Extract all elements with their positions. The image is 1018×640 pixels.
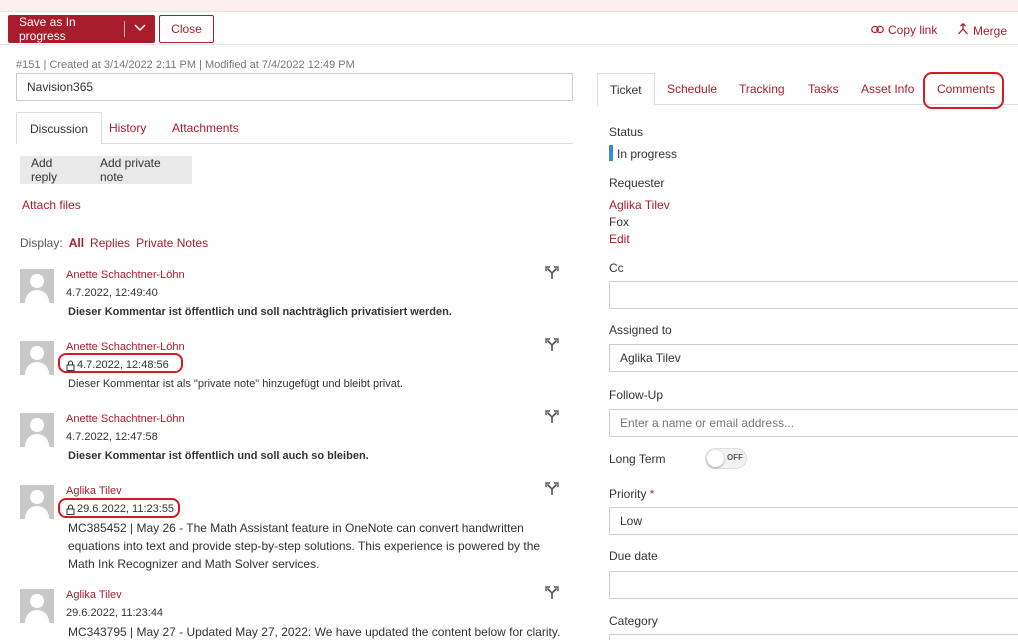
required-marker: * (649, 487, 655, 501)
comment-date-text: 29.6.2022, 11:23:44 (66, 607, 164, 619)
status-value[interactable]: In progress (617, 147, 677, 161)
attach-files-link[interactable]: Attach files (22, 198, 81, 212)
requester-company: Fox (609, 215, 630, 229)
comment-date: 29.6.2022, 11:23:44 (66, 607, 163, 619)
avatar (20, 485, 54, 519)
due-date-input[interactable] (609, 571, 1018, 599)
tab-comments[interactable]: Comments (937, 73, 995, 105)
long-term-toggle[interactable]: OFF (705, 448, 747, 469)
save-button-label[interactable]: Save as In progress (8, 15, 124, 43)
discussion-tabs: Discussion History Attachments (16, 112, 573, 145)
copy-link-label: Copy link (888, 23, 938, 37)
filter-all[interactable]: All (69, 236, 84, 250)
comment-date-text: 4.7.2022, 12:48:56 (77, 359, 169, 371)
assigned-to-input[interactable]: Aglika Tilev (609, 344, 1018, 372)
comment-item: Anette Schachtner-Löhn 4.7.2022, 12:47:5… (20, 410, 565, 469)
tab-schedule[interactable]: Schedule (667, 73, 717, 105)
comment-actions: Add reply Add private note (20, 156, 192, 184)
tab-asset-info[interactable]: Asset Info (861, 73, 914, 105)
comment-text: Dieser Kommentar ist als "private note" … (68, 378, 403, 390)
reply-icon[interactable] (545, 338, 559, 352)
comment-text: Dieser Kommentar ist öffentlich und soll… (68, 306, 452, 318)
save-split-button[interactable]: Save as In progress (8, 15, 155, 43)
priority-label-text: Priority (609, 487, 647, 501)
requester-edit-link[interactable]: Edit (609, 232, 630, 246)
comment-author[interactable]: Anette Schachtner-Löhn (66, 341, 185, 353)
category-input[interactable] (609, 634, 1018, 640)
priority-label: Priority * (609, 487, 654, 501)
due-date-label: Due date (609, 549, 658, 563)
comment-author[interactable]: Aglika Tilev (66, 485, 122, 497)
long-term-label: Long Term (609, 452, 666, 466)
tab-history[interactable]: History (96, 112, 159, 144)
comment-text: Dieser Kommentar ist öffentlich und soll… (68, 450, 369, 462)
top-banner (0, 0, 1018, 12)
ticket-tabs: Ticket Schedule Tracking Tasks Asset Inf… (597, 73, 1018, 106)
comment-date-text: 29.6.2022, 11:23:55 (77, 503, 175, 515)
reply-icon[interactable] (545, 482, 559, 496)
ticket-title-input[interactable]: Navision365 (16, 73, 573, 101)
requester-label: Requester (609, 176, 665, 190)
comment-date: 4.7.2022, 12:47:58 (66, 431, 158, 443)
comment-author[interactable]: Anette Schachtner-Löhn (66, 413, 185, 425)
merge-button[interactable]: Merge (957, 22, 1008, 38)
toggle-state: OFF (727, 453, 743, 462)
close-button[interactable]: Close (159, 15, 214, 43)
comment-item: Anette Schachtner-Löhn 4.7.2022, 12:49:4… (20, 266, 565, 325)
lock-icon (66, 360, 75, 371)
status-label: Status (609, 125, 644, 139)
status-color-bar (609, 145, 613, 161)
comment-author[interactable]: Aglika Tilev (66, 589, 122, 601)
follow-up-input[interactable]: Enter a name or email address... (609, 409, 1018, 437)
cc-label: Cc (609, 261, 624, 275)
comment-date-text: 4.7.2022, 12:47:58 (66, 431, 158, 443)
chevron-down-icon[interactable] (125, 23, 155, 35)
avatar (20, 269, 54, 303)
avatar (20, 341, 54, 375)
tab-tracking[interactable]: Tracking (739, 73, 785, 105)
avatar (20, 589, 54, 623)
copy-link-button[interactable]: Copy link (871, 23, 937, 37)
ticket-meta: #151 | Created at 3/14/2022 2:11 PM | Mo… (16, 59, 355, 71)
display-filter: Display: All Replies Private Notes (20, 236, 208, 250)
merge-label: Merge (973, 23, 1008, 38)
tab-discussion[interactable]: Discussion (16, 112, 103, 145)
comment-author[interactable]: Anette Schachtner-Löhn (66, 269, 185, 281)
comment-date: 4.7.2022, 12:49:40 (66, 287, 158, 299)
comment-item: Aglika Tilev 29.6.2022, 11:23:44 MC34379… (20, 586, 565, 640)
reply-icon[interactable] (545, 266, 559, 280)
comment-date: 4.7.2022, 12:48:56 (66, 359, 169, 371)
comment-item: Anette Schachtner-Löhn 4.7.2022, 12:48:5… (20, 338, 565, 397)
priority-select[interactable]: Low (609, 507, 1018, 535)
category-label: Category (609, 614, 658, 628)
follow-up-label: Follow-Up (609, 388, 664, 402)
merge-icon (957, 22, 969, 38)
lock-icon (66, 504, 75, 515)
add-private-note-button[interactable]: Add private note (89, 156, 192, 184)
tab-attachments[interactable]: Attachments (159, 112, 252, 144)
link-icon (871, 23, 884, 37)
filter-replies[interactable]: Replies (90, 236, 130, 250)
comment-item: Aglika Tilev 29.6.2022, 11:23:55 MC38545… (20, 482, 565, 575)
toolbar: Save as In progress Close Copy link Merg… (0, 13, 1018, 45)
reply-icon[interactable] (545, 586, 559, 600)
display-filter-label: Display: (20, 236, 63, 250)
comment-date-text: 4.7.2022, 12:49:40 (66, 287, 158, 299)
tab-tasks[interactable]: Tasks (808, 73, 839, 105)
comment-text: MC343795 | May 27 - Updated May 27, 2022… (68, 625, 561, 639)
assigned-to-label: Assigned to (609, 323, 672, 337)
comment-date: 29.6.2022, 11:23:55 (66, 503, 174, 515)
toggle-knob (707, 450, 724, 467)
avatar (20, 413, 54, 447)
cc-input[interactable] (609, 281, 1018, 309)
requester-name-link[interactable]: Aglika Tilev (609, 198, 670, 212)
filter-private-notes[interactable]: Private Notes (136, 236, 208, 250)
add-reply-button[interactable]: Add reply (20, 156, 89, 184)
comment-text: MC385452 | May 26 - The Math Assistant f… (68, 521, 541, 571)
reply-icon[interactable] (545, 410, 559, 424)
tab-ticket[interactable]: Ticket (597, 73, 655, 106)
